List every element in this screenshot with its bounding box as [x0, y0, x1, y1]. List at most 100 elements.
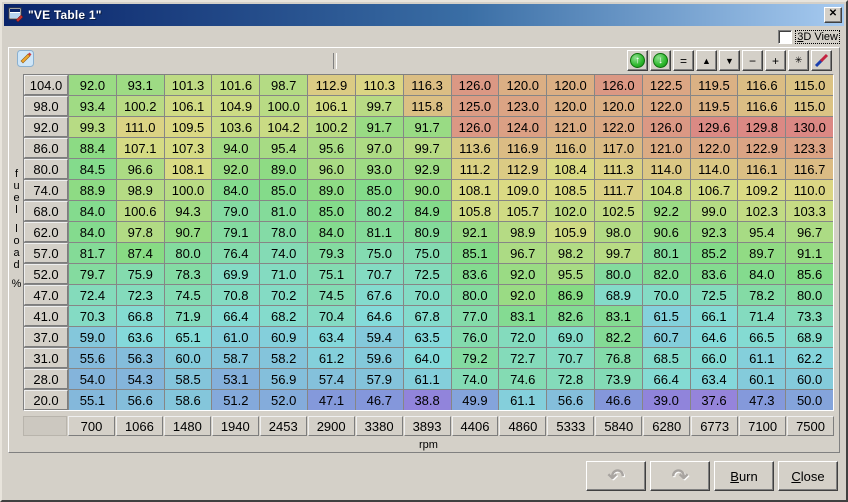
ve-cell[interactable]: 113.6: [451, 138, 499, 158]
ve-cell[interactable]: 85.6: [786, 264, 833, 284]
ve-cell[interactable]: 72.5: [690, 285, 738, 305]
ve-cell[interactable]: 79.3: [308, 243, 355, 263]
ve-cell[interactable]: 115.0: [786, 75, 833, 95]
ve-cell[interactable]: 98.9: [116, 180, 164, 200]
ve-cell[interactable]: 96.6: [116, 159, 164, 179]
ve-cell[interactable]: 111.2: [451, 159, 499, 179]
ve-cell[interactable]: 60.0: [786, 369, 833, 389]
ve-cell[interactable]: 59.6: [355, 348, 403, 368]
ve-cell[interactable]: 52.0: [260, 390, 308, 410]
ve-cell[interactable]: 129.8: [738, 117, 786, 137]
rpm-header-cell[interactable]: 6773: [691, 416, 739, 436]
ve-cell[interactable]: 67.6: [355, 285, 403, 305]
load-header-cell[interactable]: 98.0: [24, 96, 68, 116]
ve-cell[interactable]: 70.7: [547, 348, 594, 368]
ve-cell[interactable]: 98.9: [499, 222, 547, 242]
ve-cell[interactable]: 66.0: [690, 348, 738, 368]
ve-cell[interactable]: 57.9: [355, 369, 403, 389]
ve-cell[interactable]: 81.7: [69, 243, 116, 263]
ve-cell[interactable]: 91.1: [786, 243, 833, 263]
ve-cell[interactable]: 121.0: [547, 117, 594, 137]
ve-cell[interactable]: 78.2: [738, 285, 786, 305]
set-equal-button[interactable]: =: [673, 50, 694, 71]
ve-cell[interactable]: 63.5: [403, 327, 451, 347]
ve-cell[interactable]: 83.6: [690, 264, 738, 284]
ve-cell[interactable]: 120.0: [547, 96, 594, 116]
ve-cell[interactable]: 126.0: [642, 117, 690, 137]
load-header-cell[interactable]: 31.0: [24, 348, 68, 368]
ve-cell[interactable]: 91.7: [355, 117, 403, 137]
ve-cell[interactable]: 60.0: [164, 348, 212, 368]
ve-cell[interactable]: 85.0: [355, 180, 403, 200]
ve-cell[interactable]: 108.5: [547, 180, 594, 200]
ve-cell[interactable]: 126.0: [451, 75, 499, 95]
increment-button[interactable]: ▲: [696, 50, 717, 71]
ve-cell[interactable]: 46.7: [355, 390, 403, 410]
ve-cell[interactable]: 86.9: [547, 285, 594, 305]
ve-cell[interactable]: 71.4: [738, 306, 786, 326]
scale-button[interactable]: ✳: [788, 50, 809, 71]
ve-cell[interactable]: 78.0: [260, 222, 308, 242]
ve-cell[interactable]: 83.1: [499, 306, 547, 326]
ve-cell[interactable]: 84.0: [69, 201, 116, 221]
ve-cell[interactable]: 66.4: [642, 369, 690, 389]
rpm-header-cell[interactable]: 2900: [307, 416, 355, 436]
ve-cell[interactable]: 58.6: [164, 390, 212, 410]
ve-cell[interactable]: 74.5: [164, 285, 212, 305]
ve-cell[interactable]: 75.1: [308, 264, 355, 284]
ve-cell[interactable]: 84.9: [403, 201, 451, 221]
ve-cell[interactable]: 106.1: [308, 96, 355, 116]
ve-cell[interactable]: 80.1: [642, 243, 690, 263]
ve-cell[interactable]: 95.4: [260, 138, 308, 158]
ve-cell[interactable]: 95.5: [547, 264, 594, 284]
ve-cell[interactable]: 108.1: [164, 159, 212, 179]
ve-cell[interactable]: 104.8: [642, 180, 690, 200]
rpm-header-cell[interactable]: 4406: [451, 416, 499, 436]
ve-cell[interactable]: 109.0: [499, 180, 547, 200]
ve-cell[interactable]: 47.1: [308, 390, 355, 410]
ve-cell[interactable]: 93.0: [355, 159, 403, 179]
ve-cell[interactable]: 103.6: [212, 117, 260, 137]
ve-cell[interactable]: 55.1: [69, 390, 116, 410]
ve-cell[interactable]: 126.0: [451, 117, 499, 137]
decrement-button[interactable]: ▼: [719, 50, 740, 71]
ve-cell[interactable]: 122.0: [594, 117, 642, 137]
ve-cell[interactable]: 85.2: [690, 243, 738, 263]
ve-cell[interactable]: 109.2: [738, 180, 786, 200]
ve-cell[interactable]: 83.1: [594, 306, 642, 326]
close-window-button[interactable]: ✕: [824, 7, 842, 23]
ve-cell[interactable]: 95.4: [738, 222, 786, 242]
ve-cell[interactable]: 82.2: [594, 327, 642, 347]
ve-cell[interactable]: 71.0: [260, 264, 308, 284]
ve-cell[interactable]: 99.7: [355, 96, 403, 116]
ve-cell[interactable]: 100.2: [308, 117, 355, 137]
ve-cell[interactable]: 39.0: [642, 390, 690, 410]
ve-cell[interactable]: 115.0: [786, 96, 833, 116]
ve-cell[interactable]: 98.7: [260, 75, 308, 95]
ve-cell[interactable]: 90.7: [164, 222, 212, 242]
ve-cell[interactable]: 61.1: [738, 348, 786, 368]
ve-cell[interactable]: 108.1: [451, 180, 499, 200]
ve-cell[interactable]: 63.4: [690, 369, 738, 389]
ve-cell[interactable]: 75.0: [355, 243, 403, 263]
ve-cell[interactable]: 60.7: [642, 327, 690, 347]
ve-cell[interactable]: 85.1: [451, 243, 499, 263]
ve-cell[interactable]: 69.0: [547, 327, 594, 347]
ve-cell[interactable]: 79.7: [69, 264, 116, 284]
ve-cell[interactable]: 38.8: [403, 390, 451, 410]
ve-cell[interactable]: 112.9: [308, 75, 355, 95]
ve-cell[interactable]: 111.3: [594, 159, 642, 179]
ve-cell[interactable]: 56.3: [116, 348, 164, 368]
ve-cell[interactable]: 91.7: [403, 117, 451, 137]
ve-cell[interactable]: 79.0: [212, 201, 260, 221]
plus-button[interactable]: +: [765, 50, 786, 71]
ve-cell[interactable]: 68.2: [260, 306, 308, 326]
ve-cell[interactable]: 64.0: [403, 348, 451, 368]
ve-cell[interactable]: 79.1: [212, 222, 260, 242]
ve-cell[interactable]: 92.0: [212, 159, 260, 179]
ve-cell[interactable]: 72.4: [69, 285, 116, 305]
rpm-header-cell[interactable]: 6280: [643, 416, 691, 436]
ve-cell[interactable]: 92.1: [451, 222, 499, 242]
ve-cell[interactable]: 116.1: [738, 159, 786, 179]
ve-cell[interactable]: 90.0: [403, 180, 451, 200]
